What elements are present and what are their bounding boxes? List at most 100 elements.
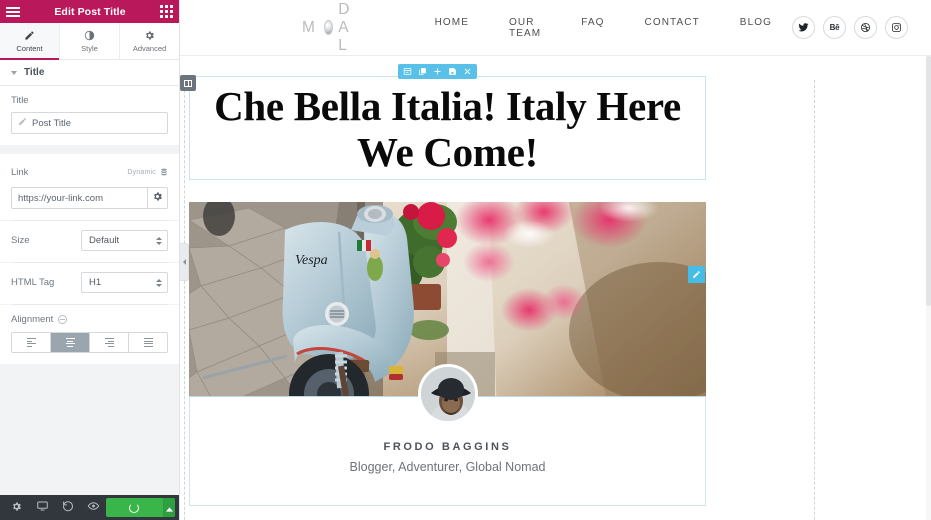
nav-item-contact[interactable]: CONTACT: [625, 17, 720, 39]
pencil-edit-badge-icon[interactable]: [688, 266, 705, 283]
dynamic-label: Dynamic: [127, 168, 156, 176]
svg-text:Vespa: Vespa: [295, 253, 328, 268]
size-label: Size: [11, 235, 30, 246]
author-box-widget[interactable]: FRODO BAGGINS Blogger, Adventurer, Globa…: [189, 364, 706, 506]
link-field-label: Link: [11, 166, 29, 178]
dynamic-tags-button[interactable]: Dynamic: [127, 163, 168, 181]
element-toolbar: [398, 64, 477, 79]
behance-glyph: Bē: [829, 23, 840, 32]
site-header: M D A L HOME OUR TEAM FAQ CONTACT BLOG B…: [180, 0, 931, 56]
align-center-button[interactable]: [51, 333, 90, 352]
hamburger-menu-icon[interactable]: [6, 6, 20, 18]
align-justify-button[interactable]: [129, 333, 167, 352]
panel-divider: [0, 145, 179, 154]
tab-content[interactable]: Content: [0, 23, 60, 60]
alignment-button-group: [11, 332, 168, 353]
nav-item-blog[interactable]: BLOG: [720, 17, 792, 39]
edit-widget-icon[interactable]: [400, 64, 415, 79]
author-name: FRODO BAGGINS: [383, 441, 512, 453]
html-tag-select-value: H1: [89, 277, 102, 288]
publish-button[interactable]: [106, 498, 176, 517]
document-area: Che Bella Italia! Italy Here We Come! Ve…: [180, 56, 931, 520]
panel-collapse-tab[interactable]: [180, 243, 189, 281]
scrollbar-thumb[interactable]: [926, 56, 931, 306]
eye-icon: [87, 499, 100, 517]
canvas-scrollbar[interactable]: [926, 56, 931, 520]
contrast-half-circle-icon: [84, 30, 95, 41]
save-widget-icon[interactable]: [445, 64, 460, 79]
chevron-updown-icon: [156, 278, 162, 287]
size-select[interactable]: Default: [81, 230, 168, 251]
gear-icon: [11, 499, 22, 517]
undo-history-icon: [62, 499, 74, 517]
instagram-icon[interactable]: [885, 16, 908, 39]
settings-button[interactable]: [4, 495, 30, 520]
align-right-icon: [104, 337, 114, 348]
control-link: Link Dynamic https://your-link.com: [0, 154, 179, 220]
pencil-icon: [18, 117, 27, 129]
avatar: [417, 364, 478, 424]
panel-body: Title Title Post Title Link Dynamic http…: [0, 60, 179, 495]
align-left-icon: [26, 337, 36, 348]
dribbble-icon[interactable]: [854, 16, 877, 39]
responsive-mode-button[interactable]: [30, 495, 56, 520]
panel-header: Edit Post Title: [0, 0, 179, 23]
nav-item-home[interactable]: HOME: [415, 17, 489, 39]
chevron-left-icon: [182, 259, 186, 265]
control-title: Title Post Title: [0, 86, 179, 145]
main-navigation: HOME OUR TEAM FAQ CONTACT BLOG: [415, 17, 792, 39]
control-size: Size Default: [0, 221, 179, 262]
reset-circle-icon[interactable]: [58, 315, 68, 324]
link-input-value: https://your-link.com: [18, 192, 103, 204]
nav-item-faq[interactable]: FAQ: [561, 17, 624, 39]
pencil-icon: [24, 30, 35, 41]
control-alignment: Alignment: [0, 305, 179, 364]
tab-style[interactable]: Style: [60, 23, 120, 59]
monitor-icon: [36, 499, 49, 517]
twitter-icon[interactable]: [792, 16, 815, 39]
author-role: Blogger, Adventurer, Global Nomad: [349, 460, 546, 474]
grid-apps-icon[interactable]: [160, 5, 173, 18]
link-options-button[interactable]: [147, 187, 168, 209]
publish-options-button[interactable]: [162, 498, 176, 517]
caret-up-icon: [165, 499, 173, 517]
caret-down-icon: [11, 70, 17, 75]
title-input[interactable]: Post Title: [11, 112, 168, 134]
tab-style-label: Style: [81, 43, 98, 53]
title-input-value: Post Title: [32, 117, 72, 129]
social-links: Bē: [792, 16, 908, 39]
gear-icon: [144, 30, 155, 41]
database-icon: [160, 163, 168, 181]
html-tag-select[interactable]: H1: [81, 272, 168, 293]
heading-widget[interactable]: Che Bella Italia! Italy Here We Come!: [189, 76, 706, 180]
link-input[interactable]: https://your-link.com: [11, 187, 148, 209]
align-justify-icon: [143, 337, 153, 348]
section-title-toggle[interactable]: Title: [0, 60, 179, 86]
sphere-orb-icon: [323, 20, 334, 35]
preview-changes-button[interactable]: [81, 495, 107, 520]
nav-item-our-team[interactable]: OUR TEAM: [489, 17, 561, 39]
section-title-label: Title: [24, 67, 45, 78]
site-logo[interactable]: M D A L: [302, 1, 371, 55]
post-title-heading: Che Bella Italia! Italy Here We Come!: [214, 83, 681, 175]
elementor-editor: Edit Post Title Content Style Advanced T…: [0, 0, 931, 520]
align-right-button[interactable]: [90, 333, 129, 352]
publish-button-main[interactable]: [106, 498, 163, 517]
preview-canvas: M D A L HOME OUR TEAM FAQ CONTACT BLOG B…: [180, 0, 931, 520]
panel-title: Edit Post Title: [54, 5, 126, 18]
tab-advanced[interactable]: Advanced: [120, 23, 179, 59]
tab-advanced-label: Advanced: [132, 43, 167, 53]
logo-text-before: M: [302, 18, 319, 36]
loading-spinner-icon: [129, 502, 140, 513]
align-left-button[interactable]: [12, 333, 51, 352]
add-widget-icon[interactable]: [430, 64, 445, 79]
duplicate-widget-icon[interactable]: [415, 64, 430, 79]
chevron-updown-icon: [156, 236, 162, 245]
size-select-value: Default: [89, 235, 120, 246]
title-field-label: Title: [11, 95, 29, 106]
behance-icon[interactable]: Bē: [823, 16, 846, 39]
panel-tabs: Content Style Advanced: [0, 23, 179, 60]
delete-widget-icon[interactable]: [460, 64, 475, 79]
history-button[interactable]: [55, 495, 81, 520]
column-handle-icon[interactable]: [180, 75, 196, 91]
